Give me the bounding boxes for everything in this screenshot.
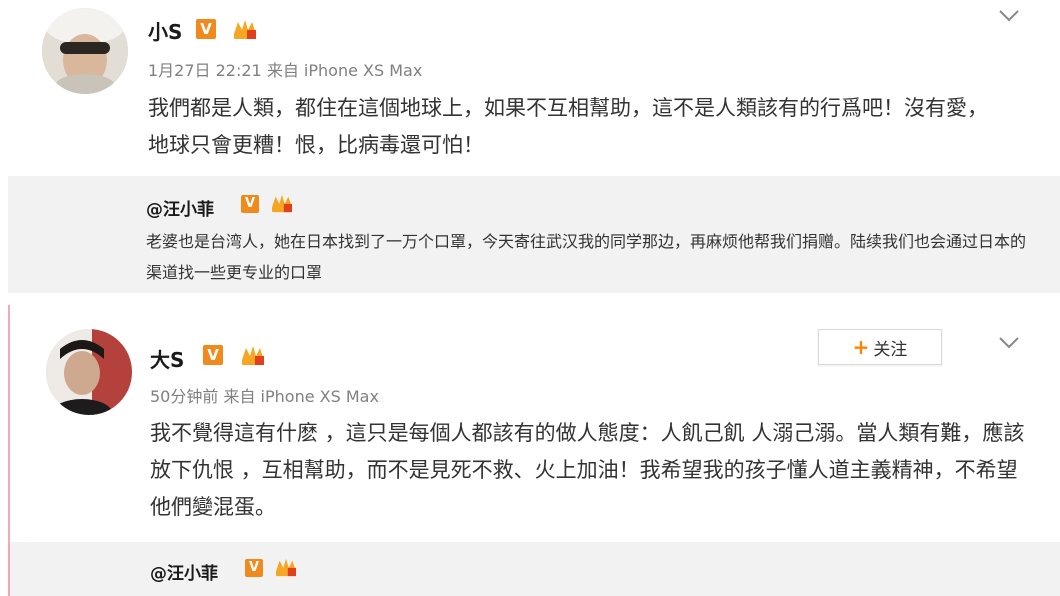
post-time[interactable]: 50分钟前 bbox=[150, 387, 218, 406]
divider bbox=[0, 293, 1060, 305]
plus-icon: + bbox=[852, 335, 870, 359]
post-source: 来自 iPhone XS Max bbox=[223, 387, 379, 406]
post-source: 来自 iPhone XS Max bbox=[266, 61, 423, 80]
post-card-1: 小S V 1月27日 22:21 来自 iPhone XS Max 我們都是人類… bbox=[0, 0, 1060, 172]
post-time[interactable]: 1月27日 22:21 bbox=[148, 61, 262, 80]
repost-box-2: @汪小菲 V bbox=[10, 542, 1060, 596]
repost-box-1: @汪小菲 V 老婆也是台湾人，她在日本找到了一万个口罩，今天寄往武汉我的同学那边… bbox=[8, 176, 1060, 293]
v-verified-icon: V bbox=[241, 195, 259, 213]
follow-label: 关注 bbox=[873, 339, 908, 360]
member-level-icon[interactable] bbox=[240, 344, 266, 370]
v-verified-icon: V bbox=[203, 345, 223, 365]
username[interactable]: 小S bbox=[148, 16, 182, 45]
post-card-2: 大S V + 关注 50分钟前 来自 iPhone XS Max 我不覺得這有什… bbox=[10, 305, 1060, 541]
v-verified-icon: V bbox=[196, 19, 216, 39]
post-text: 我們都是人類，都住在這個地球上，如果不互相幫助，這不是人類該有的行爲吧！沒有愛，… bbox=[148, 96, 988, 157]
member-level-icon[interactable] bbox=[232, 18, 258, 44]
repost-username[interactable]: @汪小菲 bbox=[150, 559, 218, 584]
v-verified-icon: V bbox=[245, 559, 263, 577]
post-meta: 1月27日 22:21 来自 iPhone XS Max bbox=[148, 57, 422, 81]
member-level-icon[interactable] bbox=[274, 557, 298, 581]
repost-username[interactable]: @汪小菲 bbox=[146, 195, 214, 220]
chevron-down-icon[interactable] bbox=[998, 8, 1020, 27]
member-level-icon[interactable] bbox=[270, 193, 294, 217]
post-text: 我不覺得這有什麽 ，這只是每個人都該有的做人態度：人飢己飢 人溺己溺。當人類有難… bbox=[150, 421, 1025, 519]
username[interactable]: 大S bbox=[150, 344, 184, 373]
avatar[interactable] bbox=[46, 329, 132, 415]
post-meta: 50分钟前 来自 iPhone XS Max bbox=[150, 383, 379, 407]
avatar[interactable] bbox=[42, 8, 128, 94]
repost-text: 老婆也是台湾人，她在日本找到了一万个口罩，今天寄往武汉我的同学那边，再麻烦他帮我… bbox=[146, 232, 1027, 282]
chevron-down-icon[interactable] bbox=[998, 335, 1020, 354]
follow-button[interactable]: + 关注 bbox=[818, 329, 942, 365]
